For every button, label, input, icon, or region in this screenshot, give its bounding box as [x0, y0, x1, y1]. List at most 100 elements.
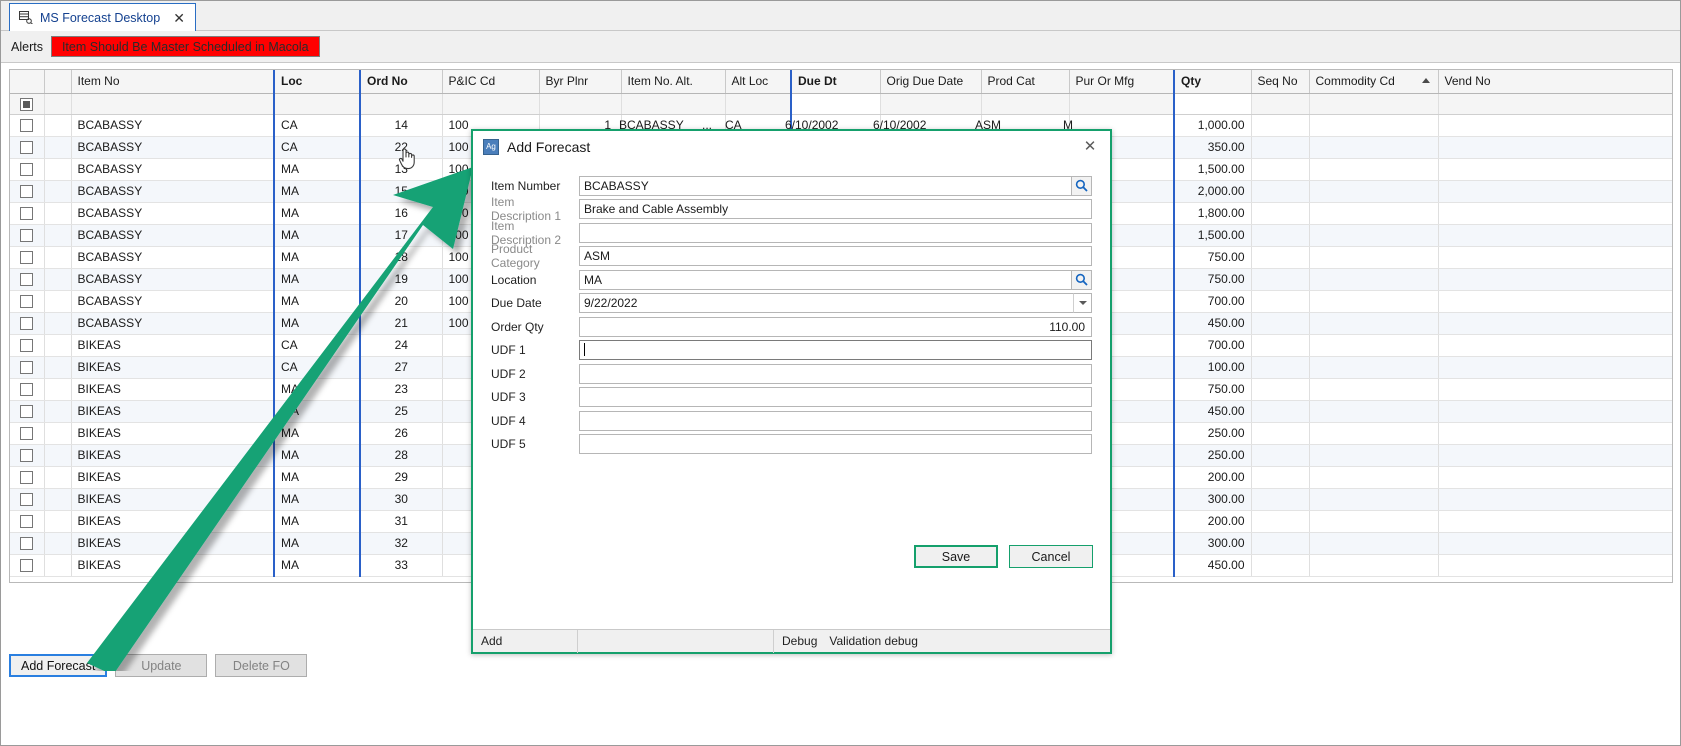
cell-seq_no[interactable] — [1251, 356, 1310, 379]
checkbox-icon[interactable] — [20, 163, 34, 177]
cell-seq_no[interactable] — [1251, 268, 1310, 291]
cell-commodity_cd[interactable] — [1309, 466, 1439, 489]
cell-loc[interactable]: CA — [273, 334, 361, 357]
cell-qty[interactable]: 200.00 — [1173, 510, 1252, 533]
cell-item_no[interactable]: BCABASSY — [71, 246, 275, 269]
cell-ord_no[interactable]: 22 — [359, 136, 443, 159]
cell-item_no[interactable]: BIKEAS — [71, 510, 275, 533]
cell-commodity_cd[interactable] — [1309, 400, 1439, 423]
cancel-button[interactable]: Cancel — [1009, 545, 1093, 568]
column-header-seq_no[interactable]: Seq No — [1251, 70, 1310, 94]
cell-seq_no[interactable] — [1251, 290, 1310, 313]
cell-vend_no[interactable] — [1438, 246, 1672, 269]
cell-qty[interactable]: 450.00 — [1173, 312, 1252, 335]
cell-commodity_cd[interactable] — [1309, 290, 1439, 313]
row-checkbox[interactable] — [10, 510, 45, 533]
checkbox-icon[interactable] — [20, 141, 34, 155]
cell-qty[interactable]: 1,800.00 — [1173, 202, 1252, 225]
row-checkbox[interactable] — [10, 488, 45, 511]
cell-loc[interactable]: MA — [273, 532, 361, 555]
cell-seq_no[interactable] — [1251, 400, 1310, 423]
cell-loc[interactable]: MA — [273, 202, 361, 225]
cell-commodity_cd[interactable] — [1309, 334, 1439, 357]
input-udf-5[interactable] — [579, 434, 1092, 455]
column-header-alt_loc[interactable]: Alt Loc — [725, 70, 792, 94]
cell-commodity_cd[interactable] — [1309, 532, 1439, 555]
cell-seq_no[interactable] — [1251, 224, 1310, 247]
checkbox-icon[interactable] — [20, 317, 34, 331]
input-udf-2[interactable] — [579, 363, 1092, 384]
row-checkbox[interactable] — [10, 268, 45, 291]
checkbox-icon[interactable] — [20, 207, 34, 221]
cell-vend_no[interactable] — [1438, 268, 1672, 291]
row-checkbox[interactable] — [10, 400, 45, 423]
input-udf-4[interactable] — [579, 410, 1092, 431]
cell-item_no[interactable]: BIKEAS — [71, 488, 275, 511]
cell-item_no[interactable]: BCABASSY — [71, 268, 275, 291]
add-forecast-button[interactable]: Add Forecast — [9, 654, 108, 677]
checkbox-indeterminate-icon[interactable] — [20, 97, 34, 111]
cell-loc[interactable]: MA — [273, 488, 361, 511]
update-button[interactable]: Update — [115, 654, 208, 677]
cell-ord_no[interactable]: 18 — [359, 246, 443, 269]
cell-loc[interactable]: MA — [273, 312, 361, 335]
column-header-spacer[interactable] — [44, 70, 72, 94]
cell-qty[interactable]: 450.00 — [1173, 400, 1252, 423]
row-checkbox[interactable] — [10, 356, 45, 379]
checkbox-icon[interactable] — [20, 383, 34, 397]
cell-ord_no[interactable]: 30 — [359, 488, 443, 511]
cell-ord_no[interactable]: 17 — [359, 224, 443, 247]
tab-ms-forecast-desktop[interactable]: MS Forecast Desktop ✕ — [9, 3, 196, 32]
cell-seq_no[interactable] — [1251, 312, 1310, 335]
cell-item_no[interactable]: BIKEAS — [71, 378, 275, 401]
row-checkbox[interactable] — [10, 290, 45, 313]
column-header-due_dt[interactable]: Due Dt — [790, 70, 881, 94]
cell-item_no[interactable]: BCABASSY — [71, 312, 275, 335]
cell-loc[interactable]: MA — [273, 422, 361, 445]
filter-cell-alt_loc[interactable] — [725, 93, 792, 115]
column-header-byr_plnr[interactable]: Byr Plnr — [539, 70, 622, 94]
cell-commodity_cd[interactable] — [1309, 202, 1439, 225]
cell-ord_no[interactable]: 21 — [359, 312, 443, 335]
cell-seq_no[interactable] — [1251, 422, 1310, 445]
input-location[interactable]: MA — [579, 269, 1092, 290]
cell-loc[interactable]: CA — [273, 356, 361, 379]
checkbox-icon[interactable] — [20, 119, 34, 133]
cell-qty[interactable]: 1,500.00 — [1173, 158, 1252, 181]
cell-loc[interactable]: MA — [273, 224, 361, 247]
cell-loc[interactable]: MA — [273, 466, 361, 489]
filter-cell-due_dt[interactable] — [790, 93, 881, 115]
column-header-qty[interactable]: Qty — [1173, 70, 1252, 94]
column-header-ord_no[interactable]: Ord No — [359, 70, 443, 94]
cell-vend_no[interactable] — [1438, 422, 1672, 445]
input-item-description-1[interactable]: Brake and Cable Assembly — [579, 199, 1092, 220]
cell-commodity_cd[interactable] — [1309, 312, 1439, 335]
checkbox-icon[interactable] — [20, 229, 34, 243]
cell-vend_no[interactable] — [1438, 136, 1672, 159]
cell-vend_no[interactable] — [1438, 532, 1672, 555]
cell-item_no[interactable]: BCABASSY — [71, 158, 275, 181]
checkbox-icon[interactable] — [20, 427, 34, 441]
cell-qty[interactable]: 750.00 — [1173, 378, 1252, 401]
save-button[interactable]: Save — [914, 545, 998, 568]
cell-vend_no[interactable] — [1438, 400, 1672, 423]
row-checkbox[interactable] — [10, 532, 45, 555]
filter-cell-pur_or_mfg[interactable] — [1069, 93, 1175, 115]
row-checkbox[interactable] — [10, 554, 45, 577]
cell-seq_no[interactable] — [1251, 158, 1310, 181]
filter-cell-qty[interactable] — [1173, 93, 1252, 115]
lookup-search-button[interactable] — [1071, 175, 1092, 196]
cell-seq_no[interactable] — [1251, 180, 1310, 203]
cell-item_no[interactable]: BCABASSY — [71, 224, 275, 247]
column-header-pur_or_mfg[interactable]: Pur Or Mfg — [1069, 70, 1175, 94]
cell-qty[interactable]: 1,000.00 — [1173, 114, 1252, 137]
filter-cell-ord_no[interactable] — [359, 93, 443, 115]
cell-vend_no[interactable] — [1438, 202, 1672, 225]
row-checkbox[interactable] — [10, 312, 45, 335]
tab-close-icon[interactable]: ✕ — [173, 11, 185, 25]
cell-loc[interactable]: MA — [273, 246, 361, 269]
cell-ord_no[interactable]: 29 — [359, 466, 443, 489]
cell-commodity_cd[interactable] — [1309, 378, 1439, 401]
input-item-description-2[interactable] — [579, 222, 1092, 243]
cell-qty[interactable]: 1,500.00 — [1173, 224, 1252, 247]
